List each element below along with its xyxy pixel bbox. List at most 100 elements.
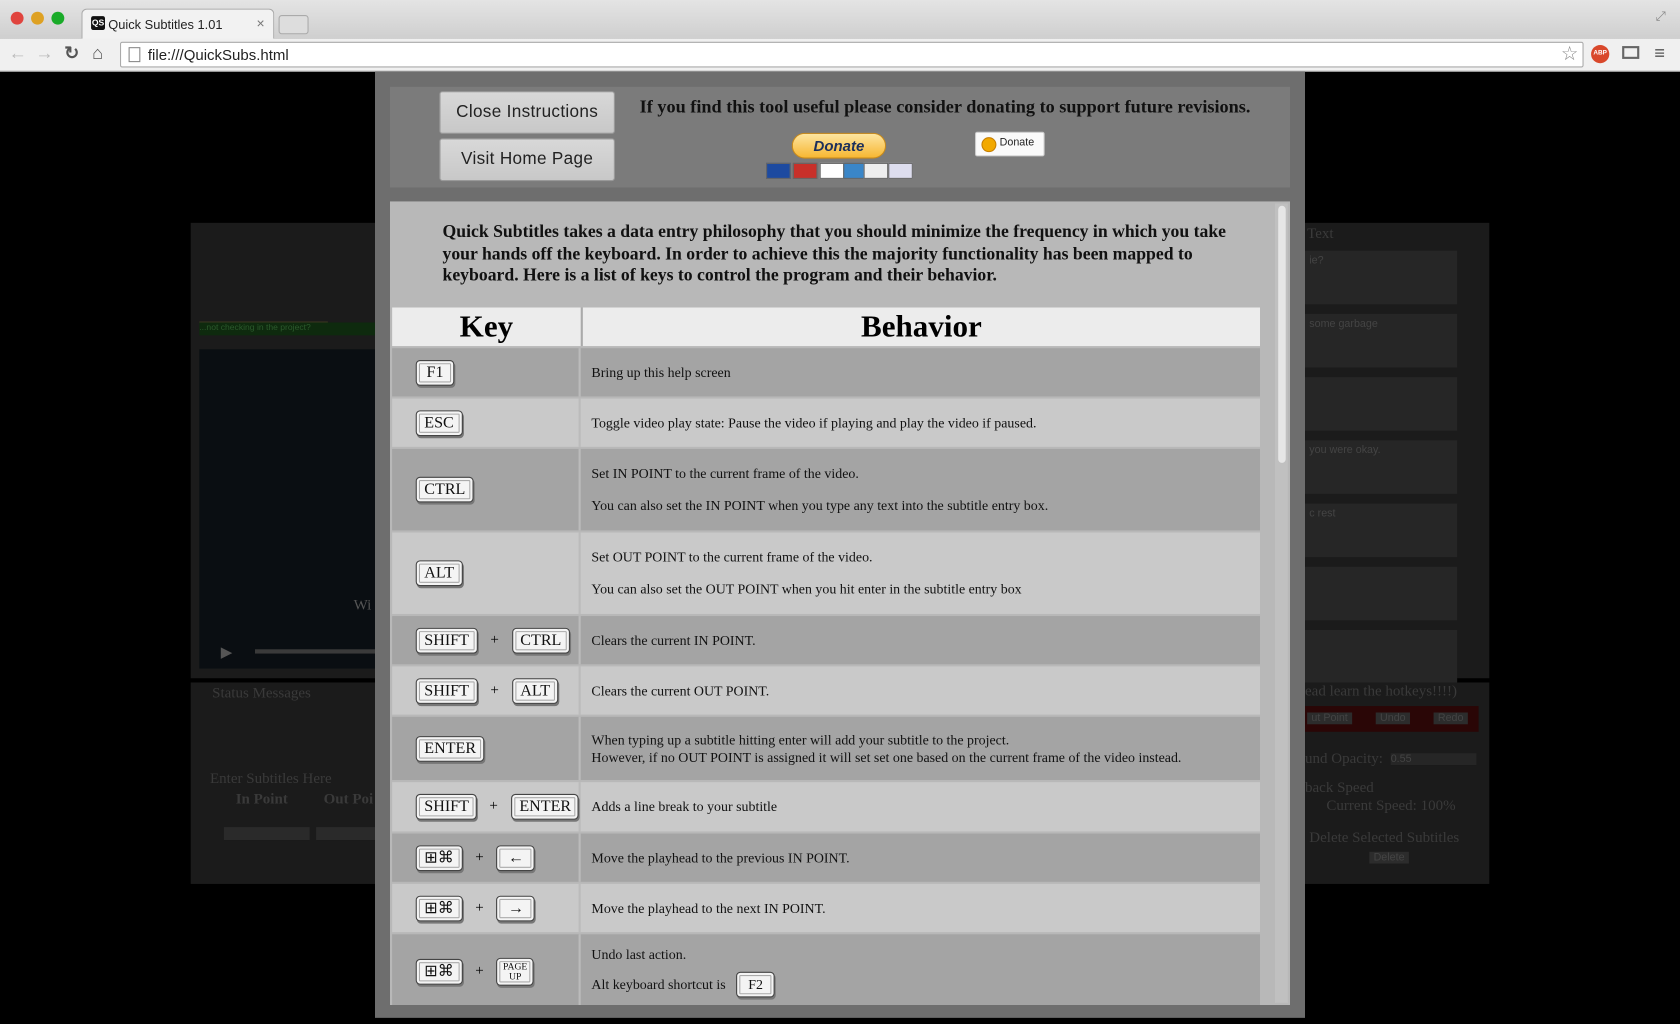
delete-label: Delete Selected Subtitles	[1309, 830, 1460, 847]
page-icon	[128, 47, 141, 63]
subtitle-list-item[interactable]	[1305, 566, 1458, 621]
video-panel: ...not checking in the project? Wi ▶	[190, 222, 376, 679]
forward-icon[interactable]: →	[35, 43, 53, 64]
close-instructions-button[interactable]: Close Instructions	[439, 91, 616, 134]
url-text: file:///QuickSubs.html	[147, 46, 289, 64]
new-tab-button[interactable]	[278, 15, 309, 35]
bookmark-star-icon[interactable]: ☆	[1561, 43, 1578, 66]
subtitle-list-item[interactable]	[1305, 377, 1458, 431]
subtitle-list-item[interactable]: c rest	[1305, 503, 1458, 558]
table-row: SHIFT + ALT Clears the current OUT POINT.	[392, 666, 1261, 715]
keycap: ALT	[511, 677, 559, 704]
behavior-text: Bring up this help screen	[591, 363, 731, 380]
reload-icon[interactable]: ↻	[64, 43, 79, 64]
in-point-input[interactable]	[223, 827, 310, 841]
bitcoin-icon	[981, 137, 997, 153]
behavior-cell: Move the playhead to the next IN POINT.	[581, 884, 1260, 932]
keycap: ⊞⌘	[415, 844, 463, 871]
video-player[interactable]	[199, 349, 376, 669]
table-row: F1 Bring up this help screen	[392, 348, 1261, 397]
close-window-button[interactable]	[10, 11, 24, 25]
current-speed: Current Speed: 100%	[1326, 798, 1456, 815]
keycap: →	[496, 895, 536, 921]
back-icon[interactable]: ←	[9, 43, 27, 64]
keycap: ENTER	[510, 793, 579, 820]
key-cell: ⊞⌘ + PAGE UP	[392, 934, 581, 1006]
subtitle-list-item[interactable]	[1305, 630, 1458, 684]
behavior-cell: Toggle video play state: Pause the video…	[581, 399, 1260, 447]
behavior-cell: Bring up this help screen	[581, 348, 1260, 396]
out-point-button[interactable]: ut Point	[1307, 712, 1353, 725]
minimize-window-button[interactable]	[31, 11, 44, 25]
speed-label: back Speed	[1305, 780, 1374, 797]
key-cell: ⊞⌘ + →	[392, 883, 581, 933]
opacity-input[interactable]: 0.55	[1390, 753, 1477, 766]
redo-button[interactable]: Redo	[1433, 712, 1468, 725]
status-label: Status Messages	[212, 685, 311, 702]
keycap: ESC	[415, 409, 463, 436]
behavior-text: Clears the current IN POINT.	[591, 631, 756, 648]
paypal-donate-button[interactable]: Donate	[791, 132, 887, 159]
behavior-text: Clears the current OUT POINT.	[591, 681, 770, 699]
keycap: ENTER	[415, 735, 485, 762]
behavior-text: Toggle video play state: Pause the video…	[591, 414, 1037, 431]
visa-card-icon	[819, 162, 845, 179]
behavior-cell: Set OUT POINT to the current frame of th…	[581, 533, 1260, 614]
out-point-input[interactable]	[316, 827, 376, 841]
plus-sign: +	[475, 899, 484, 916]
behavior-text: You can also set the OUT POINT when you …	[591, 580, 1022, 597]
list-header: Text	[1307, 226, 1334, 243]
table-row: SHIFT + CTRL Clears the current IN POINT.	[392, 616, 1261, 665]
keycap: CTRL	[415, 476, 474, 503]
adblock-icon[interactable]: ABP	[1591, 45, 1610, 64]
address-bar[interactable]: file:///QuickSubs.html ☆	[120, 41, 1584, 68]
browser-window: QS Quick Subtitles 1.01 × ⤢ ← → ↻ ⌂ file…	[0, 0, 1680, 1024]
donate-message: If you find this tool useful please cons…	[639, 96, 1251, 117]
enter-label: Enter Subtitles Here	[210, 771, 332, 788]
visit-home-page-button[interactable]: Visit Home Page	[439, 138, 616, 182]
table-row: CTRL Set IN POINT to the current frame of…	[392, 448, 1261, 531]
keycap: ⊞⌘	[415, 958, 463, 985]
favicon-icon: QS	[91, 16, 106, 31]
behavior-cell: Clears the current OUT POINT.	[581, 666, 1260, 714]
subtitle-list-item[interactable]: ie?	[1305, 250, 1458, 305]
behavior-text: Alt keyboard shortcut is	[591, 976, 726, 993]
seek-bar[interactable]	[255, 649, 376, 654]
close-tab-icon[interactable]: ×	[257, 15, 265, 31]
subtitle-list-panel: Text ie? some garbage you were okay. c rest	[1305, 222, 1490, 684]
hotkey-hint: ead learn the hotkeys!!!!)	[1305, 683, 1458, 700]
bank-icon	[888, 162, 913, 179]
keycap: CTRL	[511, 627, 570, 654]
key-cell: SHIFT + CTRL	[392, 616, 581, 665]
subtitle-list-item[interactable]: you were okay.	[1305, 440, 1458, 494]
subtitle-list-item[interactable]: some garbage	[1305, 313, 1458, 368]
video-overlay-text: Wi	[353, 597, 372, 614]
fullscreen-icon[interactable]: ⤢	[1655, 9, 1665, 25]
undo-button[interactable]: Undo	[1375, 712, 1410, 725]
key-cell: CTRL	[392, 448, 581, 531]
bitcoin-donate-button[interactable]: Donate	[975, 131, 1045, 157]
tab-quick-subtitles[interactable]: QS Quick Subtitles 1.01 ×	[81, 8, 275, 40]
play-icon[interactable]: ▶	[221, 643, 233, 661]
timeline-caption: ...not checking in the project?	[199, 322, 376, 336]
keycap: ⊞⌘	[415, 895, 463, 921]
scrollbar-thumb[interactable]	[1278, 205, 1286, 463]
delete-button[interactable]: Delete	[1369, 851, 1409, 864]
behavior-text: Adds a line break to your subtitle	[591, 798, 778, 815]
behavior-text: Move the playhead to the next IN POINT.	[591, 899, 826, 916]
behavior-text: Set IN POINT to the current frame of the…	[591, 465, 859, 482]
behavior-cell: Set IN POINT to the current frame of the…	[581, 449, 1260, 530]
plus-sign: +	[489, 798, 498, 815]
key-cell: ENTER	[392, 716, 581, 781]
instructions-content: Quick Subtitles takes a data entry philo…	[390, 201, 1291, 1006]
behavior-text: Undo last action.	[591, 946, 687, 963]
plus-sign: +	[490, 681, 499, 699]
menu-icon[interactable]: ≡	[1654, 43, 1665, 64]
home-icon[interactable]: ⌂	[92, 43, 103, 64]
cast-icon[interactable]	[1622, 46, 1640, 59]
table-row: ESC Toggle video play state: Pause the vi…	[392, 398, 1261, 447]
keycap: PAGE UP	[496, 957, 534, 986]
zoom-window-button[interactable]	[51, 11, 65, 25]
entry-panel: Status Messages Enter Subtitles Here In …	[190, 682, 376, 884]
keycap: ALT	[415, 560, 463, 587]
